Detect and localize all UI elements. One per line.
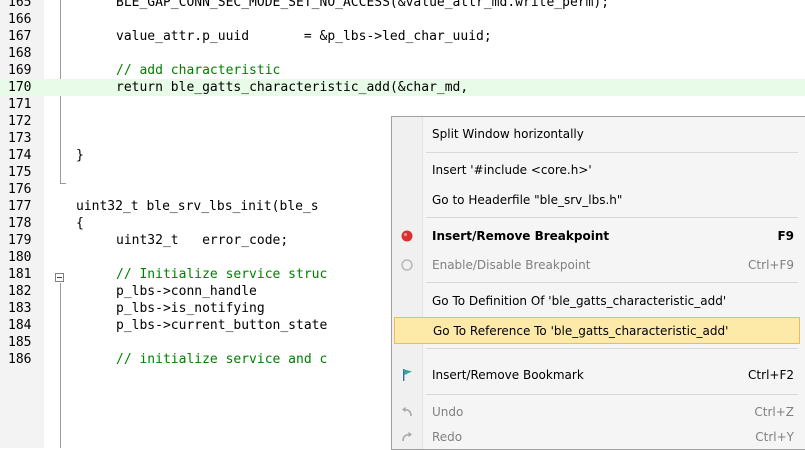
code-text: p_lbs->current_button_state xyxy=(116,318,328,333)
menu-item-split-window[interactable]: Split Window horizontally xyxy=(394,121,800,148)
menu-separator xyxy=(426,217,798,218)
code-text: p_lbs->is_notifying xyxy=(116,301,265,316)
code-text: p_lbs->conn_handle xyxy=(116,284,257,299)
line-number: 175 xyxy=(8,165,32,180)
comment-text: // add characteristic xyxy=(116,63,281,78)
menu-separator xyxy=(426,282,798,283)
undo-icon xyxy=(402,406,412,417)
menu-item-shortcut: Ctrl+Y xyxy=(755,430,794,444)
menu-item-label: Split Window horizontally xyxy=(432,127,584,141)
line-number: 182 xyxy=(8,284,32,299)
line-number: 170 xyxy=(8,80,32,95)
menu-item-insert-remove-bookmark[interactable]: Insert/Remove Bookmark Ctrl+F2 xyxy=(394,362,800,389)
menu-item-shortcut: Ctrl+F9 xyxy=(748,258,794,272)
line-number: 169 xyxy=(8,63,32,78)
comment-text: // Initialize service struc xyxy=(116,267,328,282)
line-number: 168 xyxy=(8,46,32,61)
menu-item-go-to-headerfile[interactable]: Go to Headerfile "ble_srv_lbs.h" xyxy=(394,187,800,214)
menu-item-shortcut: Ctrl+F2 xyxy=(748,368,794,382)
code-line: 171 xyxy=(0,96,805,113)
line-number: 181 xyxy=(8,267,32,282)
menu-item-enable-disable-breakpoint[interactable]: Enable/Disable Breakpoint Ctrl+F9 xyxy=(394,252,800,279)
menu-item-label: Redo xyxy=(432,430,463,444)
menu-item-label: Insert '#include <core.h>' xyxy=(432,163,592,177)
line-number: 178 xyxy=(8,216,32,231)
code-line: 167 value_attr.p_uuid = &p_lbs->led_char_… xyxy=(0,28,805,45)
line-number: 174 xyxy=(8,148,32,163)
menu-item-insert-include[interactable]: Insert '#include <core.h>' xyxy=(394,157,800,184)
context-menu[interactable]: Split Window horizontally Insert '#inclu… xyxy=(391,116,805,450)
code-text: uint32_t ble_srv_lbs_init(ble_s xyxy=(76,199,319,214)
bookmark-flag-icon xyxy=(403,369,412,381)
line-number: 186 xyxy=(8,352,32,367)
menu-item-go-to-definition[interactable]: Go To Definition Of 'ble_gatts_character… xyxy=(394,288,800,315)
breakpoint-red-dot-icon xyxy=(401,230,413,242)
code-text: value_attr.p_uuid = &p_lbs->led_char_uui… xyxy=(116,29,492,44)
redo-icon xyxy=(402,431,412,442)
menu-item-label: Insert/Remove Bookmark xyxy=(432,368,584,382)
line-number: 166 xyxy=(8,12,32,27)
menu-item-redo[interactable]: Redo Ctrl+Y xyxy=(394,424,800,449)
line-number: 183 xyxy=(8,301,32,316)
line-number: 165 xyxy=(8,0,32,10)
menu-item-label: Go to Headerfile "ble_srv_lbs.h" xyxy=(432,193,623,207)
current-line: 170 return ble_gatts_characteristic_add(&… xyxy=(0,79,805,96)
line-number: 171 xyxy=(8,97,32,112)
code-line: 165 BLE_GAP_CONN_SEC_MODE_SET_NO_ACCESS(&… xyxy=(0,0,805,11)
code-text: uint32_t error_code; xyxy=(116,233,289,248)
code-text: { xyxy=(76,216,84,231)
menu-separator xyxy=(426,152,798,153)
code-text: BLE_GAP_CONN_SEC_MODE_SET_NO_ACCESS(&val… xyxy=(116,0,610,10)
menu-item-label: Insert/Remove Breakpoint xyxy=(432,229,610,243)
code-line: 166 xyxy=(0,11,805,28)
line-number: 180 xyxy=(8,250,32,265)
line-number: 176 xyxy=(8,182,32,197)
menu-item-label: Go To Definition Of 'ble_gatts_character… xyxy=(432,294,727,308)
comment-text: // initialize service and c xyxy=(116,352,328,367)
code-line: 169 // add characteristic xyxy=(0,62,805,79)
code-text: } xyxy=(76,148,84,163)
code-line: 168 xyxy=(0,45,805,62)
breakpoint-hollow-circle-icon xyxy=(401,259,413,271)
line-number: 184 xyxy=(8,318,32,333)
line-number: 173 xyxy=(8,131,32,146)
line-number: 177 xyxy=(8,199,32,214)
menu-item-label: Go To Reference To 'ble_gatts_characteri… xyxy=(433,324,729,338)
menu-item-label: Undo xyxy=(432,405,464,419)
menu-separator xyxy=(426,348,798,349)
menu-item-shortcut: Ctrl+Z xyxy=(754,405,794,419)
line-number: 185 xyxy=(8,335,32,350)
menu-item-shortcut: F9 xyxy=(777,229,794,243)
code-text: return ble_gatts_characteristic_add(&cha… xyxy=(116,80,469,95)
line-number: 179 xyxy=(8,233,32,248)
menu-item-undo[interactable]: Undo Ctrl+Z xyxy=(394,399,800,426)
menu-item-label: Enable/Disable Breakpoint xyxy=(432,258,591,272)
menu-item-go-to-reference[interactable]: Go To Reference To 'ble_gatts_characteri… xyxy=(394,317,800,344)
menu-separator xyxy=(426,394,798,395)
menu-item-insert-remove-breakpoint[interactable]: Insert/Remove Breakpoint F9 xyxy=(394,223,800,250)
line-number: 167 xyxy=(8,29,32,44)
line-number: 172 xyxy=(8,114,32,129)
